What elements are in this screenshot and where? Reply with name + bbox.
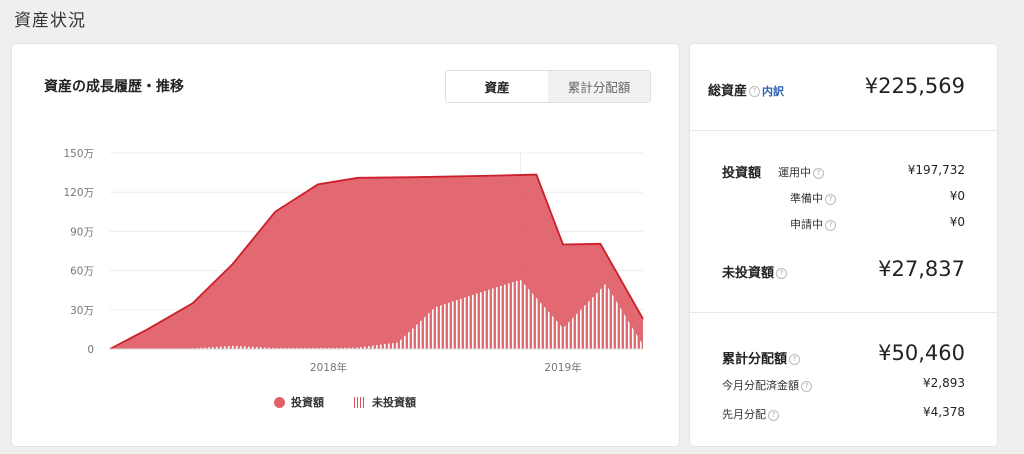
x-tick-label: 2019年 [544, 361, 581, 374]
help-icon[interactable]: ? [813, 167, 824, 179]
cumulative-distribution-label: 累計分配額 [722, 352, 788, 367]
asset-summary-card: 総資産? 内訳 ¥225,569 投資額 運用中? ¥197,732 準備中? ¥… [690, 44, 997, 446]
help-icon[interactable]: ? [801, 380, 812, 392]
legend-invested-swatch [274, 396, 285, 408]
asset-area-chart: 150万 120万 90万 60万 30万 0 2018年 2019年 [63, 148, 644, 374]
cumulative-distribution-value: ¥50,460 [878, 341, 965, 365]
uninvested-value: ¥27,837 [878, 257, 965, 281]
breakdown-link[interactable]: 内訳 [762, 85, 784, 98]
running-label: 運用中 [778, 166, 811, 179]
y-tick-label: 0 [87, 344, 94, 356]
applying-label: 申請中 [790, 218, 823, 231]
month-distribution-value: ¥2,893 [923, 376, 965, 390]
uninvested-label: 未投資額 [722, 266, 775, 281]
x-tick-label: 2018年 [310, 361, 347, 374]
chart-legend: 投資額 未投資額 [274, 394, 416, 410]
running-row: 運用中? [778, 164, 824, 180]
y-tick-label: 150万 [63, 148, 94, 160]
divider [690, 130, 997, 131]
y-tick-label: 90万 [70, 226, 94, 238]
last-month-distribution-label: 先月分配 [722, 408, 766, 421]
last-month-distribution-value: ¥4,378 [923, 405, 965, 419]
help-icon[interactable]: ? [825, 219, 836, 231]
applying-value: ¥0 [949, 215, 965, 229]
y-tick-label: 30万 [70, 305, 94, 317]
chart-y-axis: 150万 120万 90万 60万 30万 0 [63, 148, 94, 356]
investment-label: 投資額 [722, 166, 762, 181]
legend-invested-label: 投資額 [291, 396, 324, 409]
preparing-value: ¥0 [949, 189, 965, 203]
page-title: 資産状況 [14, 11, 86, 31]
legend-invested[interactable]: 投資額 [274, 394, 324, 410]
help-icon[interactable]: ? [825, 193, 836, 205]
total-assets-value: ¥225,569 [864, 74, 965, 98]
last-month-distribution-row: 先月分配? [722, 406, 779, 422]
y-tick-label: 120万 [63, 187, 94, 199]
asset-history-card: 資産の成長履歴・推移 資産 累計分配額 150万 120万 90万 60万 30万 0 2… [12, 44, 679, 446]
preparing-row: 準備中? [790, 190, 836, 206]
preparing-label: 準備中 [790, 192, 823, 205]
help-icon[interactable]: ? [768, 409, 779, 421]
legend-uninvested-label: 未投資額 [372, 396, 416, 409]
chart-areas [109, 173, 644, 350]
y-tick-label: 60万 [70, 266, 94, 278]
uninvested-row: 未投資額? [722, 262, 788, 281]
month-distribution-label: 今月分配済金額 [722, 379, 799, 392]
divider [690, 312, 997, 313]
help-icon[interactable]: ? [789, 354, 801, 365]
series-invested-area [110, 174, 643, 349]
month-distribution-row: 今月分配済金額? [722, 377, 812, 393]
total-assets-row: 総資産? 内訳 [708, 80, 784, 99]
help-icon[interactable]: ? [749, 86, 761, 97]
chart-x-axis: 2018年 2019年 [310, 361, 582, 374]
legend-uninvested[interactable]: 未投資額 [354, 394, 416, 410]
total-assets-label: 総資産 [708, 84, 748, 99]
legend-uninvested-swatch [354, 396, 366, 408]
help-icon[interactable]: ? [776, 268, 788, 279]
applying-row: 申請中? [790, 216, 836, 232]
running-value: ¥197,732 [907, 163, 965, 177]
cumulative-distribution-row: 累計分配額? [722, 348, 801, 367]
